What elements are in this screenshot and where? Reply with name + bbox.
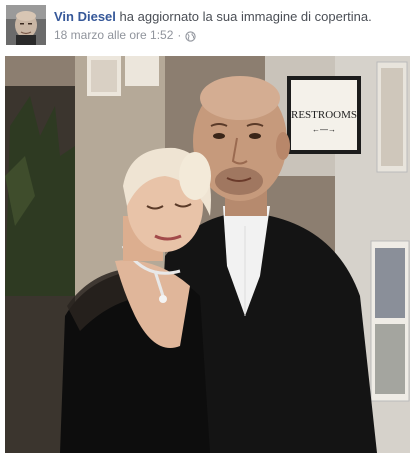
cover-photo[interactable]: RESTROOMS ←—→ <box>5 56 410 453</box>
meta-separator: · <box>177 28 182 42</box>
globe-icon[interactable] <box>185 30 197 42</box>
restrooms-sign: RESTROOMS ←—→ <box>287 76 361 154</box>
restrooms-sign-arrow: ←—→ <box>312 125 336 134</box>
restrooms-sign-text: RESTROOMS <box>291 109 357 121</box>
cover-photo-post: Vin Diesel ha aggiornato la sua immagine… <box>0 0 416 460</box>
post-header: Vin Diesel ha aggiornato la sua immagine… <box>0 0 416 52</box>
post-timestamp[interactable]: 18 marzo alle ore 1:52 <box>54 27 173 43</box>
author-name-link[interactable]: Vin Diesel <box>54 9 116 24</box>
post-action-text: ha aggiornato la sua immagine di coperti… <box>119 9 372 24</box>
post-headline: Vin Diesel ha aggiornato la sua immagine… <box>54 8 410 26</box>
post-meta: 18 marzo alle ore 1:52 · <box>54 27 197 43</box>
author-avatar[interactable] <box>6 5 46 45</box>
